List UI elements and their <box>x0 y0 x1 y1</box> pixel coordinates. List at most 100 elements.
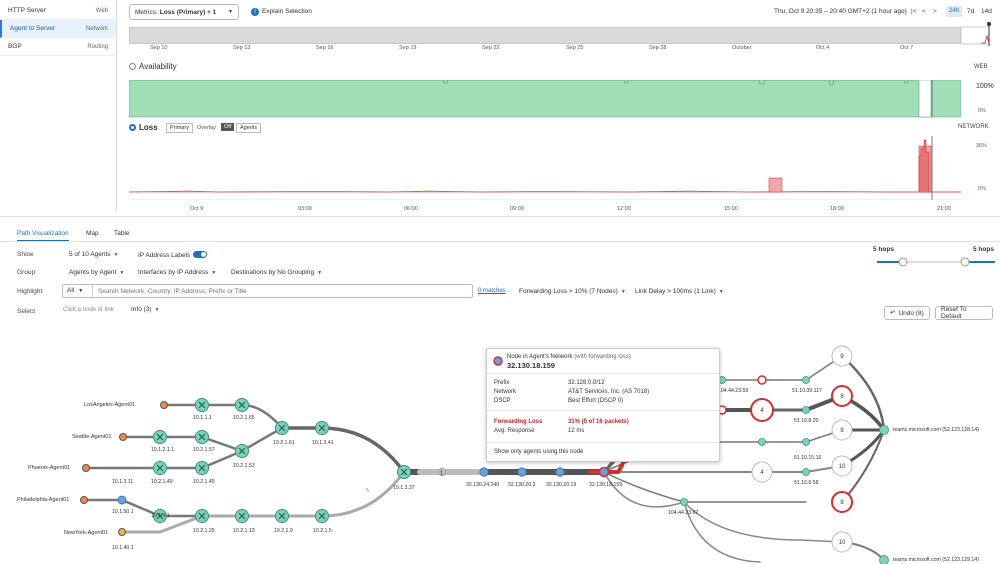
node-label: 104.44.23.59 <box>718 388 749 394</box>
hops-left-label: 5 hops <box>873 246 894 253</box>
router-icon[interactable] <box>153 461 167 475</box>
tab-divider <box>0 241 1000 242</box>
router-icon[interactable] <box>195 461 209 475</box>
agent-label-phoenix[interactable]: Phoenix-Agent01 <box>28 465 70 471</box>
highlight-scope-dropdown[interactable]: All ▼ <box>63 285 93 297</box>
forwarding-loss-label: Forwarding Loss <box>494 419 543 425</box>
timeline-tick-label: Sep 13 <box>233 45 251 51</box>
forwarding-loss-value: 31% (5 of 16 packets) <box>568 419 629 425</box>
router-icon[interactable] <box>275 509 289 523</box>
agent-label-losangeles[interactable]: LosAngeles-Agent01 <box>84 402 135 408</box>
nav-next-button[interactable]: > <box>933 8 937 15</box>
tooltip-ip: 32.130.18.159 <box>507 361 555 370</box>
sidebar-item-agent-to-server[interactable]: Agent to Server Network <box>0 20 116 38</box>
router-icon[interactable] <box>315 421 329 435</box>
loss-overlay-off-button[interactable]: Off <box>221 123 235 131</box>
tab-map[interactable]: Map <box>86 230 99 237</box>
matches-link[interactable]: 0 matches <box>478 288 506 294</box>
group-destinations-value: Destinations by No Grouping <box>231 269 315 276</box>
destination-label[interactable]: teams.microsoft.com (52.123.129.14) <box>893 557 979 563</box>
range-24h-button[interactable]: 24h <box>946 6 962 17</box>
metrics-dropdown[interactable]: Metrics: Loss (Primary) + 1 ▼ <box>129 4 239 20</box>
ip-labels-label: IP Address Labels <box>138 252 191 259</box>
undo-button[interactable]: ↶ Undo (8) <box>884 306 930 320</box>
node-label: 10.2.1.5 <box>313 528 332 534</box>
link-count: 2 <box>365 487 372 493</box>
show-agents-using-node-link[interactable]: Show only agents using this node <box>494 449 583 455</box>
agent-label-seattle[interactable]: Seattle-Agent01 <box>72 434 111 440</box>
network-value: AT&T Services, Inc. (AS 7018) <box>568 389 650 395</box>
reset-default-button[interactable]: Reset To Default <box>935 306 993 320</box>
group-destinations-dropdown[interactable]: Destinations by No Grouping ▼ <box>231 269 322 276</box>
nav-first-button[interactable]: |< <box>911 8 916 15</box>
chevron-down-icon: ▼ <box>78 288 84 294</box>
router-icon[interactable] <box>195 398 209 412</box>
loss-radio[interactable] <box>129 124 136 131</box>
availability-radio[interactable] <box>129 63 136 70</box>
router-icon[interactable] <box>397 465 411 479</box>
timeline-overview[interactable] <box>129 27 961 44</box>
avg-response-value: 12 ms <box>568 428 585 434</box>
range-7d-button[interactable]: 7d <box>967 8 974 15</box>
availability-chart[interactable] <box>129 80 961 118</box>
node-label: 10.2.1.53 <box>233 463 255 469</box>
timeline-tick-label: Sep 28 <box>649 45 667 51</box>
router-icon[interactable] <box>235 509 249 523</box>
sidebar-item-http-server[interactable]: HTTP Server Web <box>0 2 116 20</box>
agent-label-philadelphia[interactable]: Philadelphia-Agent01 <box>17 497 69 503</box>
explain-selection-link[interactable]: i Explain Selection <box>251 8 312 16</box>
router-icon[interactable] <box>315 509 329 523</box>
loss-overlay-agents-button[interactable]: Agents <box>236 123 262 133</box>
agent-label-newyork[interactable]: NewYork-Agent01 <box>64 530 108 536</box>
node-label: 10.1.2.1.1 <box>151 447 175 453</box>
router-icon[interactable] <box>235 398 249 412</box>
show-agents-dropdown[interactable]: 5 of 10 Agents ▼ <box>69 251 119 258</box>
node-label: 104.44.23.67 <box>668 510 699 516</box>
range-14d-button[interactable]: 14d <box>981 8 992 15</box>
loss-tick-label: 09:00 <box>510 206 524 212</box>
sidebar-item-label: HTTP Server <box>8 7 46 14</box>
highlight-label: Highlight <box>17 288 43 295</box>
loss-primary-tag[interactable]: Primary <box>166 123 193 133</box>
loss-tick-label: 18:00 <box>830 206 844 212</box>
highlight-search-box: All ▼ <box>62 284 473 298</box>
loss-overlay-label: Overlay <box>197 125 216 131</box>
highlight-search-input[interactable] <box>95 285 471 297</box>
link-delay-filter[interactable]: Link Delay > 100ms (1 Link) ▼ <box>635 288 724 295</box>
destination-label[interactable]: teams.microsoft.com (52.123.128.14) <box>893 427 979 433</box>
hops-slider[interactable] <box>875 255 997 269</box>
router-icon[interactable] <box>275 421 289 435</box>
info-dropdown[interactable]: Info (3) ▼ <box>131 306 160 313</box>
router-icon[interactable] <box>153 430 167 444</box>
group-interfaces-dropdown[interactable]: Interfaces by IP Address ▼ <box>138 269 216 276</box>
toggle-switch[interactable] <box>193 251 208 258</box>
count-10b: 10 <box>839 540 846 546</box>
prefix-value: 32.128.0.0/12 <box>568 380 605 386</box>
sidebar-item-bgp[interactable]: BGP Routing <box>0 38 116 56</box>
availability-header[interactable]: Availability <box>129 62 177 71</box>
link-delay-value: Link Delay > 100ms (1 Link) <box>635 288 716 295</box>
group-agents-dropdown[interactable]: Agents by Agent ▼ <box>69 269 124 276</box>
node-tooltip: Node in Agent's Network (with forwarding… <box>486 348 720 462</box>
loss-tick-label: 03:00 <box>298 206 312 212</box>
router-icon[interactable] <box>195 509 209 523</box>
router-icon[interactable] <box>235 444 249 458</box>
loss-tick-label: 21:00 <box>937 206 951 212</box>
forwarding-loss-filter[interactable]: Forwarding Loss > 10% (7 Nodes) ▼ <box>519 288 626 295</box>
loss-chart[interactable] <box>129 136 961 200</box>
chevron-down-icon: ▼ <box>620 289 626 295</box>
timeline-selection-handle[interactable] <box>961 20 991 46</box>
tooltip-title: Node in Agent's Network <box>507 354 573 360</box>
router-icon[interactable] <box>195 430 209 444</box>
tab-table[interactable]: Table <box>114 230 130 237</box>
sidebar-item-type: Network <box>85 25 108 32</box>
node-icon <box>493 356 503 366</box>
loss-y-top: 36% <box>976 143 988 149</box>
undo-label: Undo (8) <box>898 309 924 317</box>
loss-header[interactable]: Loss <box>129 123 158 132</box>
nav-prev-button[interactable]: < <box>922 8 926 15</box>
node-label: 10.2.1.65 <box>233 415 255 421</box>
ip-labels-toggle[interactable]: IP Address Labels <box>138 251 208 259</box>
timeline-tick-label: Sep 22 <box>482 45 500 51</box>
timeline-tick-label: Sep 25 <box>566 45 584 51</box>
